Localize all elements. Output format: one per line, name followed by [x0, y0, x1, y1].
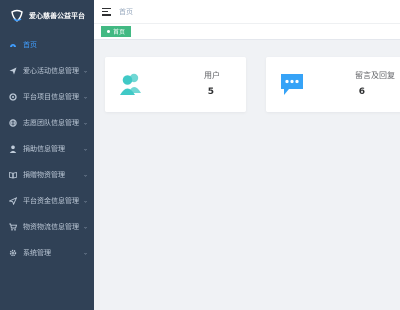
- tag-label: 首页: [113, 29, 126, 36]
- app-title: 爱心慈善公益平台: [29, 12, 85, 20]
- dashboard-icon: [9, 41, 17, 49]
- breadcrumb[interactable]: 首页: [119, 7, 133, 17]
- sidebar-item-label: 平台资金信息管理: [23, 197, 79, 205]
- top-navbar: 首页: [94, 0, 400, 24]
- chevron-down-icon: ⌄: [82, 171, 88, 179]
- chevron-down-icon: ⌄: [82, 223, 88, 231]
- sidebar-item-label: 平台项目信息管理: [23, 93, 79, 101]
- brand[interactable]: 爱心慈善公益平台: [0, 0, 94, 32]
- messages-card-value: 6: [358, 87, 365, 97]
- users-card[interactable]: 用户 5: [105, 57, 246, 112]
- sidebar-item-platform-funds[interactable]: 平台资金信息管理 ⌄: [0, 188, 94, 214]
- sidebar-item-goods-logistics[interactable]: 物资物流信息管理 ⌄: [0, 214, 94, 240]
- book-icon: [9, 171, 17, 179]
- send-icon: [9, 67, 17, 75]
- sidebar-item-label: 系统管理: [23, 249, 51, 257]
- logo-icon: [10, 9, 25, 24]
- sidebar-item-label: 首页: [23, 41, 37, 49]
- active-dot-icon: [107, 30, 110, 33]
- sidebar-item-platform-projects[interactable]: 平台项目信息管理 ⌄: [0, 84, 94, 110]
- gear-icon: [9, 249, 17, 257]
- dashboard-main: 用户 5 留言及回复 6: [94, 40, 400, 310]
- chevron-down-icon: ⌄: [82, 197, 88, 205]
- sidebar-item-label: 物资物流信息管理: [23, 223, 79, 231]
- cart-icon: [9, 223, 17, 231]
- messages-card[interactable]: 留言及回复 6: [266, 57, 400, 112]
- chevron-down-icon: ⌄: [82, 119, 88, 127]
- sidebar-item-label: 捐赠物资管理: [23, 171, 65, 179]
- chevron-down-icon: ⌄: [82, 145, 88, 153]
- users-card-label: 用户: [204, 71, 220, 80]
- chevron-down-icon: ⌄: [82, 93, 88, 101]
- users-icon: [118, 71, 144, 97]
- users-card-value: 5: [207, 87, 214, 97]
- sidebar-item-volunteer-teams[interactable]: 志愿团队信息管理 ⌄: [0, 110, 94, 136]
- message-icon: [279, 71, 305, 97]
- tags-view: 首页: [94, 24, 400, 40]
- sidebar-item-system[interactable]: 系统管理 ⌄: [0, 240, 94, 266]
- hamburger-icon[interactable]: [102, 7, 111, 16]
- messages-card-label: 留言及回复: [355, 71, 395, 80]
- globe-icon: [9, 119, 17, 127]
- sidebar-item-donated-goods[interactable]: 捐赠物资管理 ⌄: [0, 162, 94, 188]
- target-icon: [9, 93, 17, 101]
- sidebar-item-label: 志愿团队信息管理: [23, 119, 79, 127]
- person-icon: [9, 145, 17, 153]
- plane-icon: [9, 197, 17, 205]
- tag-home[interactable]: 首页: [101, 26, 132, 37]
- sidebar-item-home[interactable]: 首页: [0, 32, 94, 58]
- sidebar-item-label: 爱心活动信息管理: [23, 67, 79, 75]
- sidebar-item-charity-activities[interactable]: 爱心活动信息管理 ⌄: [0, 58, 94, 84]
- sidebar-item-donations[interactable]: 捐助信息管理 ⌄: [0, 136, 94, 162]
- sidebar-menu: 首页 爱心活动信息管理 ⌄ 平台项目信息管理 ⌄ 志愿团队信息管理 ⌄ 捐助信息…: [0, 32, 94, 266]
- sidebar-item-label: 捐助信息管理: [23, 145, 65, 153]
- sidebar: 爱心慈善公益平台 首页 爱心活动信息管理 ⌄ 平台项目信息管理 ⌄ 志愿团队信息…: [0, 0, 94, 310]
- chevron-down-icon: ⌄: [82, 67, 88, 75]
- chevron-down-icon: ⌄: [82, 249, 88, 257]
